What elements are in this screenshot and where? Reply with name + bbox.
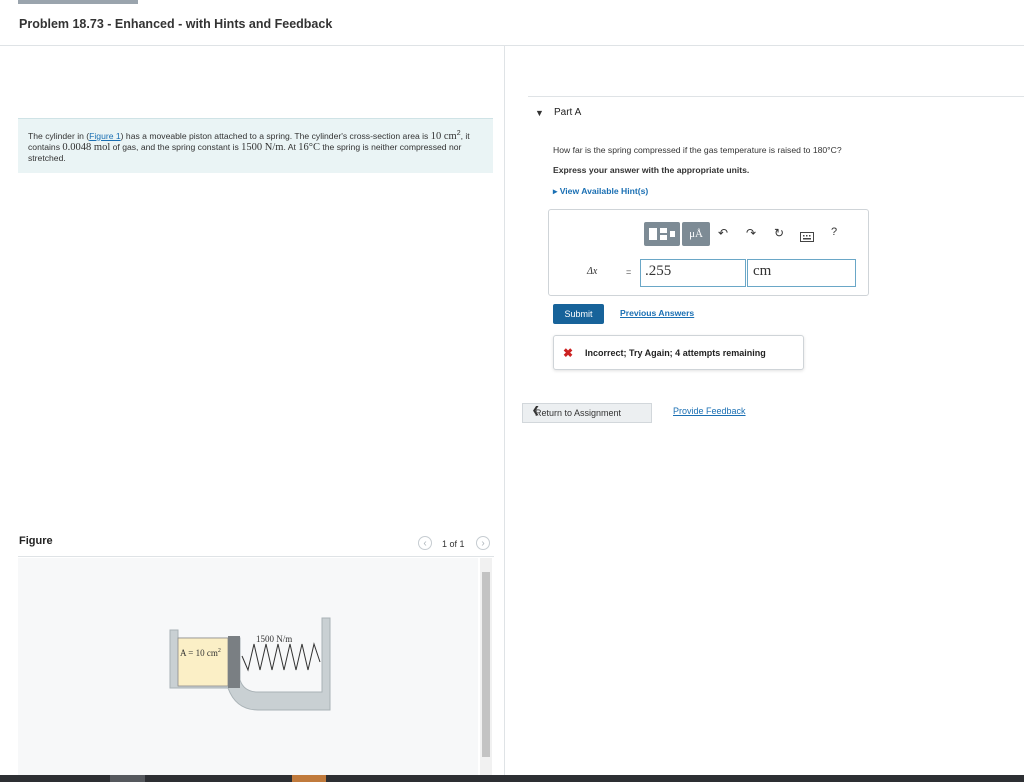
chevron-left-icon: ❮ (532, 405, 540, 415)
spring-constant-value: 1500 N/m (241, 141, 284, 153)
next-figure-button[interactable]: › (476, 536, 490, 550)
figure-canvas: A = 10 cm2 1500 N/m (18, 558, 478, 775)
temperature-value: 16°C (298, 141, 320, 153)
template-icon[interactable] (644, 222, 680, 246)
panel-divider (504, 45, 505, 775)
figure-label: Figure (19, 535, 53, 547)
incorrect-icon: ✖ (563, 346, 574, 360)
problem-statement: The cylinder in (Figure 1) has a moveabl… (18, 118, 493, 173)
instruction-text: Express your answer with the appropriate… (553, 165, 750, 175)
return-to-assignment-button[interactable]: Return to Assignment (522, 403, 652, 423)
submit-button[interactable]: Submit (553, 304, 604, 324)
problem-text: The cylinder in ( (28, 130, 90, 141)
prev-figure-button[interactable]: ‹ (418, 536, 432, 550)
figure-divider (18, 556, 494, 557)
taskbar-item-active[interactable] (292, 775, 326, 782)
moles-value: 0.0048 mol (62, 141, 111, 153)
taskbar-item[interactable] (110, 775, 145, 782)
area-value: 10 cm (430, 130, 457, 142)
unit-input[interactable]: cm (747, 259, 856, 287)
question-text: How far is the spring compressed if the … (553, 145, 842, 155)
keyboard-icon[interactable] (800, 229, 814, 247)
figure-link[interactable]: Figure 1 (89, 131, 121, 141)
problem-text: . At (283, 141, 299, 152)
reset-icon[interactable]: ↻ (774, 226, 784, 240)
problem-text: ) has a moveable piston attached to a sp… (120, 130, 429, 141)
template-glyph (649, 228, 675, 240)
top-cut-text (18, 0, 138, 4)
previous-answers-link[interactable]: Previous Answers (620, 308, 694, 318)
keyboard-glyph (800, 232, 814, 242)
figure-scrollbar-thumb[interactable] (482, 572, 490, 757)
return-label: Return to Assignment (535, 408, 622, 418)
equals-sign: = (626, 267, 632, 277)
feedback-text: Incorrect; Try Again; 4 attempts remaini… (585, 348, 766, 358)
area-figure-label: A = 10 cm2 (180, 648, 221, 658)
undo-icon[interactable]: ↶ (718, 226, 728, 240)
units-button[interactable]: μÅ (682, 222, 710, 246)
provide-feedback-link[interactable]: Provide Feedback (673, 406, 746, 416)
part-a-label[interactable]: Part A (554, 107, 581, 118)
cylinder-spring-figure: A = 10 cm2 1500 N/m (169, 617, 331, 711)
header-divider (0, 45, 1024, 46)
redo-icon[interactable]: ↷ (746, 226, 756, 240)
taskbar (0, 775, 1024, 782)
page-title: Problem 18.73 - Enhanced - with Hints an… (19, 17, 333, 31)
spring-figure-label: 1500 N/m (256, 634, 292, 644)
collapse-caret-icon[interactable]: ▼ (535, 108, 544, 118)
view-hints-link[interactable]: ▸ View Available Hint(s) (553, 186, 648, 197)
figure-pager: 1 of 1 (442, 539, 465, 549)
value-input[interactable]: .255 (640, 259, 746, 287)
help-icon[interactable]: ? (831, 226, 837, 238)
problem-text: of gas, and the spring constant is (110, 141, 242, 152)
part-a-divider (528, 96, 1024, 97)
variable-label: Δx (587, 266, 598, 277)
